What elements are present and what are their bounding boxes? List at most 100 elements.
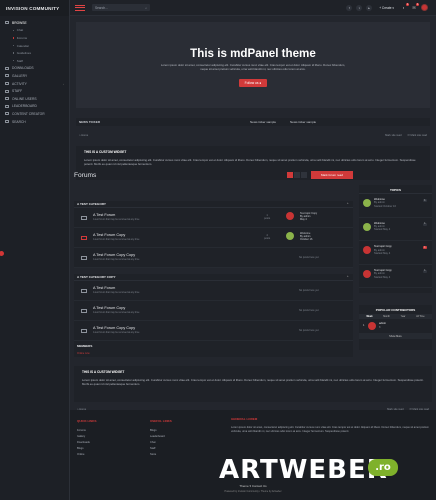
artweber-watermark: ARTWEBER <box>219 455 388 485</box>
tab-all-time[interactable]: All Time <box>416 315 425 318</box>
avatar[interactable] <box>363 246 371 255</box>
tab-month[interactable]: Month <box>383 315 390 318</box>
contributor-rank: 1 <box>363 324 365 327</box>
show-more-button[interactable]: Show More <box>359 333 432 339</box>
mark-site-read-link[interactable]: Mark site read <box>385 134 401 137</box>
tab-week[interactable]: Week <box>366 315 372 318</box>
search-input[interactable]: Search... ⌕ <box>92 4 150 11</box>
widget-text: Lorem ipsum dolor sit amet, consectetur … <box>84 157 416 166</box>
avatar[interactable] <box>363 269 371 278</box>
forum-name[interactable]: A Test Forum Copy <box>93 233 125 237</box>
footer-link[interactable]: Store <box>150 452 172 458</box>
notifications-icon[interactable]: ◐ 1 <box>401 2 409 11</box>
sidebar-item-label: Chat <box>16 28 24 33</box>
category-header[interactable]: A TEST CATEGORY COPY ⌃ <box>74 274 353 281</box>
sidebar-item-label: Calendar <box>16 43 29 48</box>
ticker-item[interactable]: News ticker sample <box>250 120 276 124</box>
footer-link[interactable]: Online <box>77 452 97 458</box>
reply-count-badge: 1 <box>422 199 427 202</box>
forum-icon <box>81 235 87 240</box>
online-now-label: Online now <box>77 352 90 355</box>
tab-year[interactable]: Year <box>401 315 406 318</box>
avatar[interactable] <box>363 222 371 231</box>
sidebar-item-forums[interactable]: Forums <box>0 34 69 42</box>
topic-item[interactable]: Welcome By admin Started May 4 1 <box>359 218 432 242</box>
nav-icon <box>5 21 9 25</box>
contributor-row[interactable]: 1 admin 8 <box>359 319 432 333</box>
sidebar-item-online-users[interactable]: ONLINE USERS <box>0 95 69 103</box>
sidebar-item-downloads[interactable]: DOWNLOADS <box>0 65 69 73</box>
sidebar-item-staff[interactable]: Staff <box>0 57 69 65</box>
no-posts-label: No posts here yet <box>299 256 319 259</box>
mark-forum-read-button[interactable]: Mark forum read <box>310 171 353 179</box>
sidebar-item-label: GALLERY <box>12 73 28 78</box>
forums-header: Forums Mark forum read <box>74 170 353 180</box>
last-post[interactable]: Test topic Copy By admin May 4 <box>300 212 317 222</box>
forum-name[interactable]: A Test Forum Copy Copy <box>93 326 135 330</box>
view-list-icon[interactable] <box>293 172 300 178</box>
facebook-icon[interactable]: f <box>346 4 353 11</box>
nav-icon <box>5 112 9 116</box>
forum-icon <box>81 288 87 293</box>
forum-name[interactable]: A Test Forum <box>93 286 115 290</box>
topic-item[interactable]: Welcome By admin Started October 16 1 <box>359 194 432 218</box>
brand-logo[interactable]: INVISION COMMUNITY <box>0 0 69 16</box>
forum-name[interactable]: A Test Forum <box>93 213 115 217</box>
forum-name[interactable]: A Test Forum Copy Copy <box>93 253 135 257</box>
avatar[interactable] <box>363 199 371 207</box>
sidebar-item-staff[interactable]: STAFF <box>0 87 69 95</box>
menu-icon[interactable] <box>75 4 85 11</box>
sidebar-item-activity[interactable]: ACTIVITY › <box>0 80 69 88</box>
messages-icon[interactable]: ✉ 1 <box>411 2 419 11</box>
ticker-item[interactable]: News ticker sample <box>290 120 316 124</box>
youtube-icon[interactable]: ▸ <box>366 4 373 11</box>
category-title: A TEST CATEGORY <box>77 202 106 206</box>
twitter-icon[interactable]: t <box>356 4 363 11</box>
view-grid-icon[interactable] <box>286 172 293 178</box>
collapse-icon[interactable]: ⌃ <box>346 275 349 279</box>
topic-text: Welcome By admin Started October 16 <box>374 198 396 208</box>
topic-date: Started May 4 <box>374 275 391 279</box>
topic-item[interactable]: Test topic Copy By admin Started May 4 1 <box>359 265 432 289</box>
view-fluid-icon[interactable] <box>300 172 307 178</box>
contributor-name[interactable]: admin <box>379 322 386 325</box>
hero-follow-button[interactable]: Follow us ● <box>238 79 268 87</box>
footer-bottom: Theme ▾ Contact Us Powered by Invision C… <box>70 484 436 493</box>
avatar[interactable] <box>286 212 294 220</box>
last-post-date: May 4 <box>300 218 307 222</box>
sidebar-item-leaderboard[interactable]: LEADERBOARD <box>0 103 69 111</box>
breadcrumb-home[interactable]: ⌂ Home <box>79 134 88 137</box>
sidebar-item-calendar[interactable]: Calendar <box>0 42 69 50</box>
search-icon[interactable]: ⌕ <box>145 6 147 10</box>
create-button[interactable]: + Create ▾ <box>379 6 394 10</box>
forum-description: A test forum that may be removed at any … <box>93 312 140 314</box>
avatar[interactable] <box>368 322 376 330</box>
no-posts-label: No posts here yet <box>299 329 319 332</box>
bullet-icon <box>13 44 15 47</box>
topic-item[interactable]: Test topic Copy By admin Started May 4 1 <box>359 241 432 265</box>
mark-site-read-link[interactable]: ☑ Mark site read <box>408 134 427 137</box>
user-avatar[interactable] <box>421 4 428 11</box>
sidebar-item-search[interactable]: SEARCH <box>0 118 69 126</box>
bullet-icon <box>13 60 15 62</box>
collapse-icon[interactable]: ⌃ <box>346 202 349 206</box>
sidebar-item-browse[interactable]: BROWSE <box>0 19 69 27</box>
category-header[interactable]: A TEST CATEGORY ⌃ <box>74 201 353 208</box>
forums-title: Forums <box>74 171 97 179</box>
bullet-icon <box>13 52 15 54</box>
reply-count-badge: 1 <box>422 246 427 250</box>
bullet-icon <box>13 37 15 39</box>
sidebar-item-gallery[interactable]: GALLERY <box>0 72 69 80</box>
sidebar-item-label: CONTENT CREATOR <box>12 111 45 116</box>
search-placeholder: Search... <box>95 5 108 10</box>
sidebar-item-guidelines[interactable]: Guidelines <box>0 49 69 57</box>
sidebar-item-content-creator[interactable]: CONTENT CREATOR <box>0 110 69 118</box>
forum-name[interactable]: A Test Forum Copy <box>93 306 125 310</box>
sidebar-item-chat[interactable]: Chat <box>0 27 69 35</box>
sidebar-item-label: LEADERBOARD <box>12 104 37 109</box>
footer-bottom-links[interactable]: Theme ▾ Contact Us <box>70 484 436 488</box>
last-post[interactable]: Welcome By admin October 16 <box>300 232 312 242</box>
topic-text: Test topic Copy By admin Started May 4 <box>374 245 392 255</box>
avatar[interactable] <box>286 232 294 240</box>
topics-widget: TOPICS Welcome By admin Started October 16… <box>359 185 432 293</box>
